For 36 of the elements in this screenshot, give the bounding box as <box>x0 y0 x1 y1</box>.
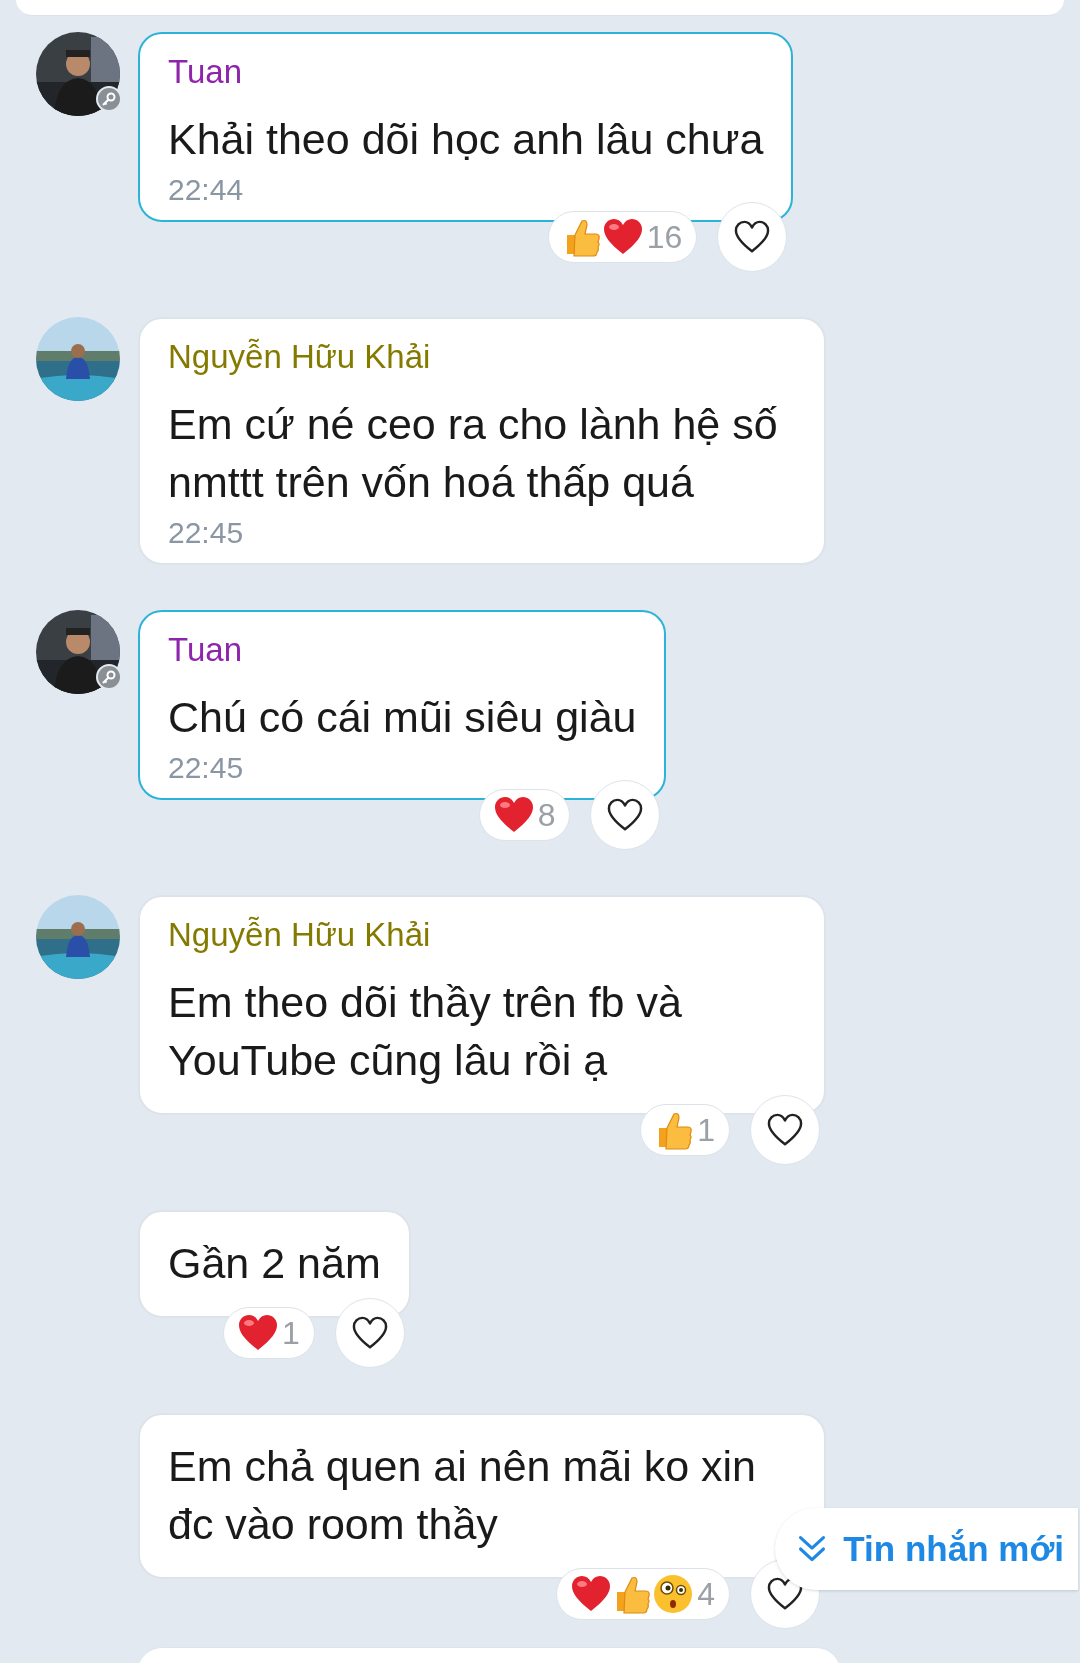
heart-outline-icon <box>350 1316 389 1350</box>
sender-name: Tuan <box>168 52 243 92</box>
reaction-summary[interactable]: 1 <box>222 1307 315 1359</box>
reaction-count: 4 <box>697 1575 715 1614</box>
message-text: Gần 2 năm <box>168 1238 381 1289</box>
reaction-summary[interactable]: 16 <box>547 211 698 263</box>
reaction-count: 1 <box>697 1111 715 1150</box>
message-time: 22:44 <box>168 172 245 208</box>
heart-outline-icon <box>733 220 772 254</box>
sender-name: Nguyễn Hữu Khải <box>168 337 432 377</box>
reaction-summary[interactable]: 1 <box>640 1104 730 1156</box>
heart-emoji-icon <box>237 1315 278 1351</box>
message-text: Em chả quen ai nên mãi ko xin đc vào room thầy <box>168 1441 757 1550</box>
reaction-count: 8 <box>537 796 556 835</box>
heart-emoji-icon <box>602 219 643 255</box>
message-text: Khải theo dõi học anh lâu chưa <box>168 114 764 165</box>
message-time: 22:45 <box>168 515 245 551</box>
new-messages-toast[interactable]: Tin nhắn mới <box>775 1508 1078 1590</box>
reaction-summary[interactable]: 4 <box>556 1568 730 1620</box>
message-text: Em cứ né ceo ra cho lành hệ số nmttt trên vốn hoá thấp quá <box>168 399 779 508</box>
sender-name: Tuan <box>168 630 243 670</box>
heart-outline-icon <box>766 1113 804 1147</box>
reaction-count: 16 <box>646 218 683 257</box>
heart-outline-icon <box>606 798 645 832</box>
heart-emoji-icon <box>571 1576 612 1612</box>
sender-name: Nguyễn Hữu Khải <box>168 915 432 955</box>
message-text: Chú có cái mũi siêu giàu <box>168 692 637 743</box>
reaction-summary[interactable]: 8 <box>478 789 571 841</box>
message-time: 22:45 <box>168 750 245 786</box>
heart-emoji-icon <box>493 797 534 833</box>
surprised-face-icon <box>653 1574 694 1614</box>
reaction-count: 1 <box>281 1314 300 1353</box>
key-badge-icon <box>96 664 122 690</box>
message-text: Em theo dõi thầy trên fb và YouTube cũng lâu rồi ạ <box>168 977 683 1086</box>
double-chevron-down-icon <box>797 1534 828 1564</box>
key-badge-icon <box>96 86 122 112</box>
